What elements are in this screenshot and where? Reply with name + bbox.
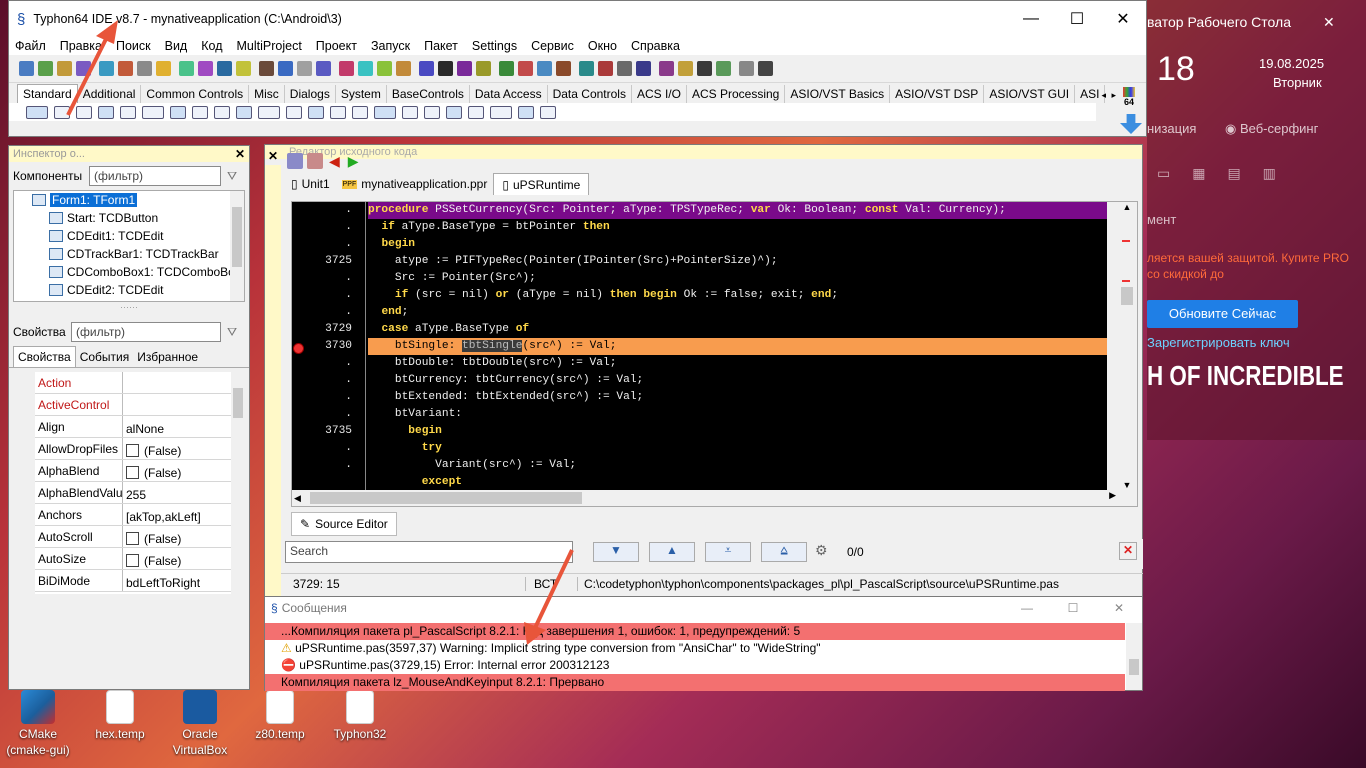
annotation-arrowhead-top <box>96 20 118 44</box>
annotation-arrow-bottom <box>533 549 574 629</box>
annotation-arrows <box>66 20 574 645</box>
annotation-arrow-top <box>66 34 110 116</box>
